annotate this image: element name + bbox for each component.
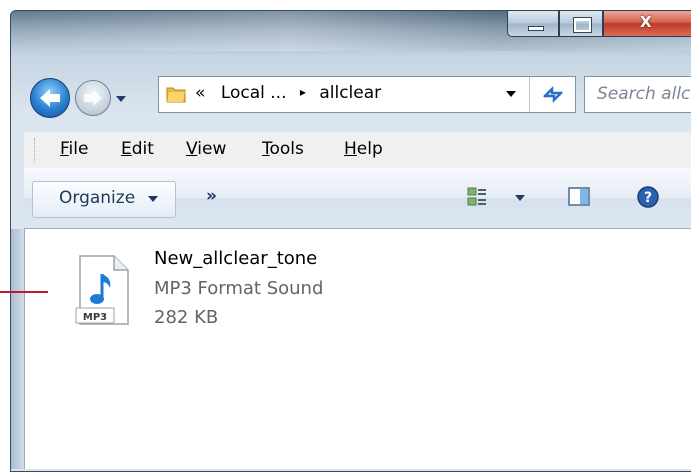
back-button[interactable] bbox=[30, 78, 70, 118]
maximize-button[interactable] bbox=[559, 10, 603, 37]
menu-file[interactable]: File bbox=[60, 139, 88, 159]
forward-arrow-icon bbox=[84, 90, 102, 106]
mp3-file-icon: MP3 bbox=[75, 255, 129, 325]
change-view-button[interactable] bbox=[466, 186, 536, 212]
breadcrumb-allclear[interactable]: allclear bbox=[319, 83, 381, 103]
menu-grip bbox=[34, 138, 37, 162]
search-placeholder: Search allclear bbox=[597, 84, 691, 104]
svg-text:?: ? bbox=[644, 190, 652, 206]
breadcrumb-local[interactable]: Local ... bbox=[221, 83, 287, 103]
breadcrumb-separator[interactable]: ▸ bbox=[300, 85, 306, 99]
command-bar: Organize » ? bbox=[24, 168, 691, 229]
file-type: MP3 Format Sound bbox=[154, 278, 324, 299]
refresh-icon bbox=[543, 85, 563, 104]
chevron-down-icon bbox=[116, 96, 126, 102]
menu-edit[interactable]: Edit bbox=[121, 139, 154, 159]
search-input[interactable]: Search allclear bbox=[584, 76, 691, 113]
menu-help[interactable]: Help bbox=[344, 139, 383, 159]
menu-bar: File Edit View Tools Help bbox=[24, 131, 691, 168]
help-button[interactable]: ? bbox=[636, 185, 662, 211]
file-item-icon[interactable]: MP3 bbox=[72, 252, 132, 328]
chevron-down-icon bbox=[506, 91, 516, 97]
file-name[interactable]: New_allclear_tone bbox=[154, 248, 317, 269]
back-arrow-icon bbox=[40, 89, 60, 107]
forward-button[interactable] bbox=[75, 80, 111, 116]
view-details-icon bbox=[467, 187, 486, 206]
preview-pane-button[interactable] bbox=[567, 185, 593, 211]
maximize-icon bbox=[573, 17, 592, 33]
close-icon: X bbox=[640, 13, 652, 31]
annotation-pointer-line bbox=[0, 291, 48, 293]
organize-button[interactable]: Organize bbox=[32, 181, 176, 218]
help-icon: ? bbox=[637, 186, 659, 208]
organize-label: Organize bbox=[59, 188, 136, 208]
preview-pane-icon bbox=[568, 187, 590, 206]
refresh-button[interactable] bbox=[529, 77, 576, 112]
more-commands-button[interactable]: » bbox=[206, 186, 217, 206]
mp3-badge: MP3 bbox=[83, 312, 107, 323]
address-bar[interactable]: « Local ... ▸ allclear bbox=[158, 76, 576, 113]
file-size: 282 KB bbox=[154, 307, 219, 328]
address-history-dropdown[interactable] bbox=[505, 88, 517, 101]
breadcrumb-overflow[interactable]: « bbox=[195, 83, 205, 103]
minimize-icon bbox=[528, 26, 544, 31]
window-left-border bbox=[10, 229, 25, 469]
chevron-down-icon bbox=[147, 196, 158, 202]
breadcrumb: « Local ... ▸ allclear bbox=[195, 83, 381, 103]
minimize-button[interactable] bbox=[507, 10, 559, 37]
menu-view[interactable]: View bbox=[186, 139, 226, 159]
close-button[interactable]: X bbox=[603, 10, 691, 37]
recent-pages-dropdown[interactable] bbox=[115, 95, 127, 106]
chevron-down-icon bbox=[515, 195, 525, 201]
folder-icon bbox=[166, 87, 186, 103]
menu-tools[interactable]: Tools bbox=[262, 139, 304, 159]
